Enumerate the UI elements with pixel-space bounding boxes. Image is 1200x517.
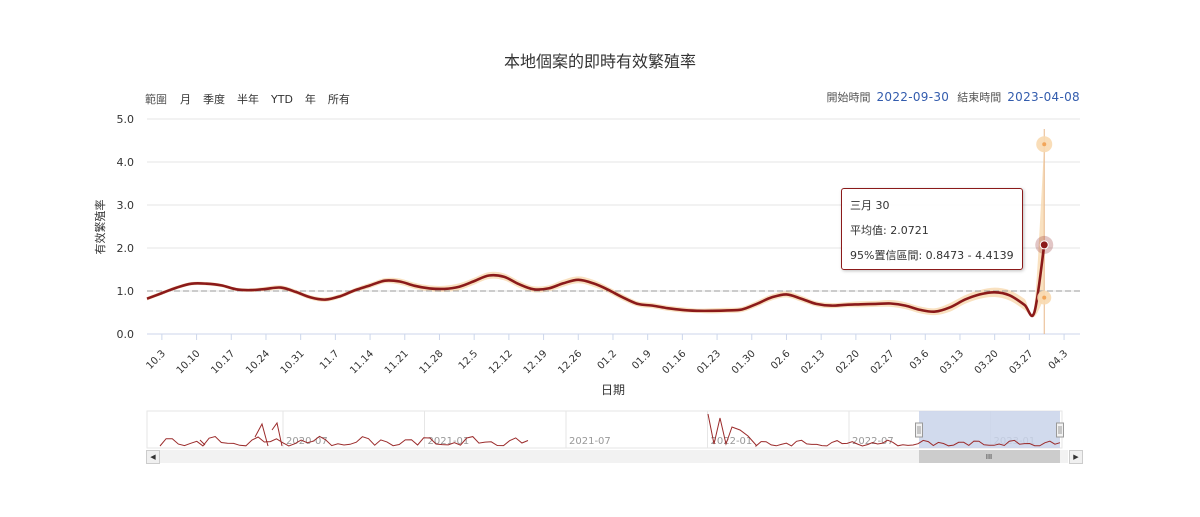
x-tick-label: 03.6 [908, 348, 932, 372]
x-tick-label: 04.3 [1047, 348, 1071, 372]
navigator-label: 2022-01 [711, 436, 753, 447]
y-tick-label: 2.0 [117, 242, 135, 255]
x-tick-label: 03.20 [973, 348, 1001, 376]
x-tick-label: 12.26 [556, 348, 584, 376]
tooltip: 三月 30 平均值: 2.0721 95%置信區間: 0.8473 - 4.41… [841, 188, 1023, 270]
x-tick-label: 10.3 [144, 348, 168, 372]
y-axis-title: 有效繁殖率 [93, 200, 107, 255]
tooltip-ci: 95%置信區間: 0.8473 - 4.4139 [850, 249, 1014, 262]
x-tick-label: 02.20 [834, 348, 862, 376]
x-tick-label: 02.6 [769, 348, 793, 372]
x-tick-label: 12.12 [487, 348, 515, 376]
ci-lower-point [1042, 295, 1047, 300]
hover-point [1039, 240, 1049, 250]
x-tick-label: 01.16 [660, 348, 688, 376]
x-tick-label: 10.31 [279, 348, 307, 376]
x-tick-label: 11.14 [348, 348, 376, 376]
scrollbar-grip: III [986, 453, 992, 461]
navigator-handle-left[interactable] [915, 422, 923, 438]
y-tick-label: 3.0 [117, 199, 135, 212]
x-tick-label: 01.23 [695, 348, 723, 376]
x-tick-label: 11.28 [418, 348, 446, 376]
tooltip-date: 三月 30 [850, 199, 890, 212]
x-tick-label: 10.24 [244, 348, 272, 376]
x-tick-label: 02.27 [869, 348, 897, 376]
y-tick-label: 4.0 [117, 156, 135, 169]
x-axis-title: 日期 [601, 383, 625, 397]
navigator-handle-right[interactable] [1056, 422, 1064, 438]
x-tick-label: 01.2 [596, 348, 620, 372]
x-tick-label: 12.5 [457, 348, 481, 372]
y-tick-label: 0.0 [117, 328, 135, 341]
scroll-left-button[interactable]: ◀ [146, 450, 160, 464]
scroll-right-button[interactable]: ▶ [1069, 450, 1083, 464]
navigator-label: 2021-07 [569, 436, 611, 447]
y-tick-label: 5.0 [117, 113, 135, 126]
tooltip-mean: 平均值: 2.0721 [850, 224, 929, 237]
y-tick-label: 1.0 [117, 285, 135, 298]
x-tick-label: 12.19 [522, 348, 550, 376]
x-tick-label: 11.21 [383, 348, 411, 376]
x-tick-label: 10.17 [209, 348, 237, 376]
x-tick-label: 02.13 [799, 348, 827, 376]
x-tick-label: 10.10 [175, 348, 203, 376]
x-tick-label: 01.30 [730, 348, 758, 376]
x-tick-label: 03.13 [938, 348, 966, 376]
x-tick-label: 03.27 [1007, 348, 1035, 376]
x-tick-label: 11.7 [318, 348, 342, 372]
x-tick-label: 01.9 [630, 348, 654, 372]
ci-upper-point [1042, 142, 1047, 147]
navigator-label: 2022-07 [852, 436, 894, 447]
